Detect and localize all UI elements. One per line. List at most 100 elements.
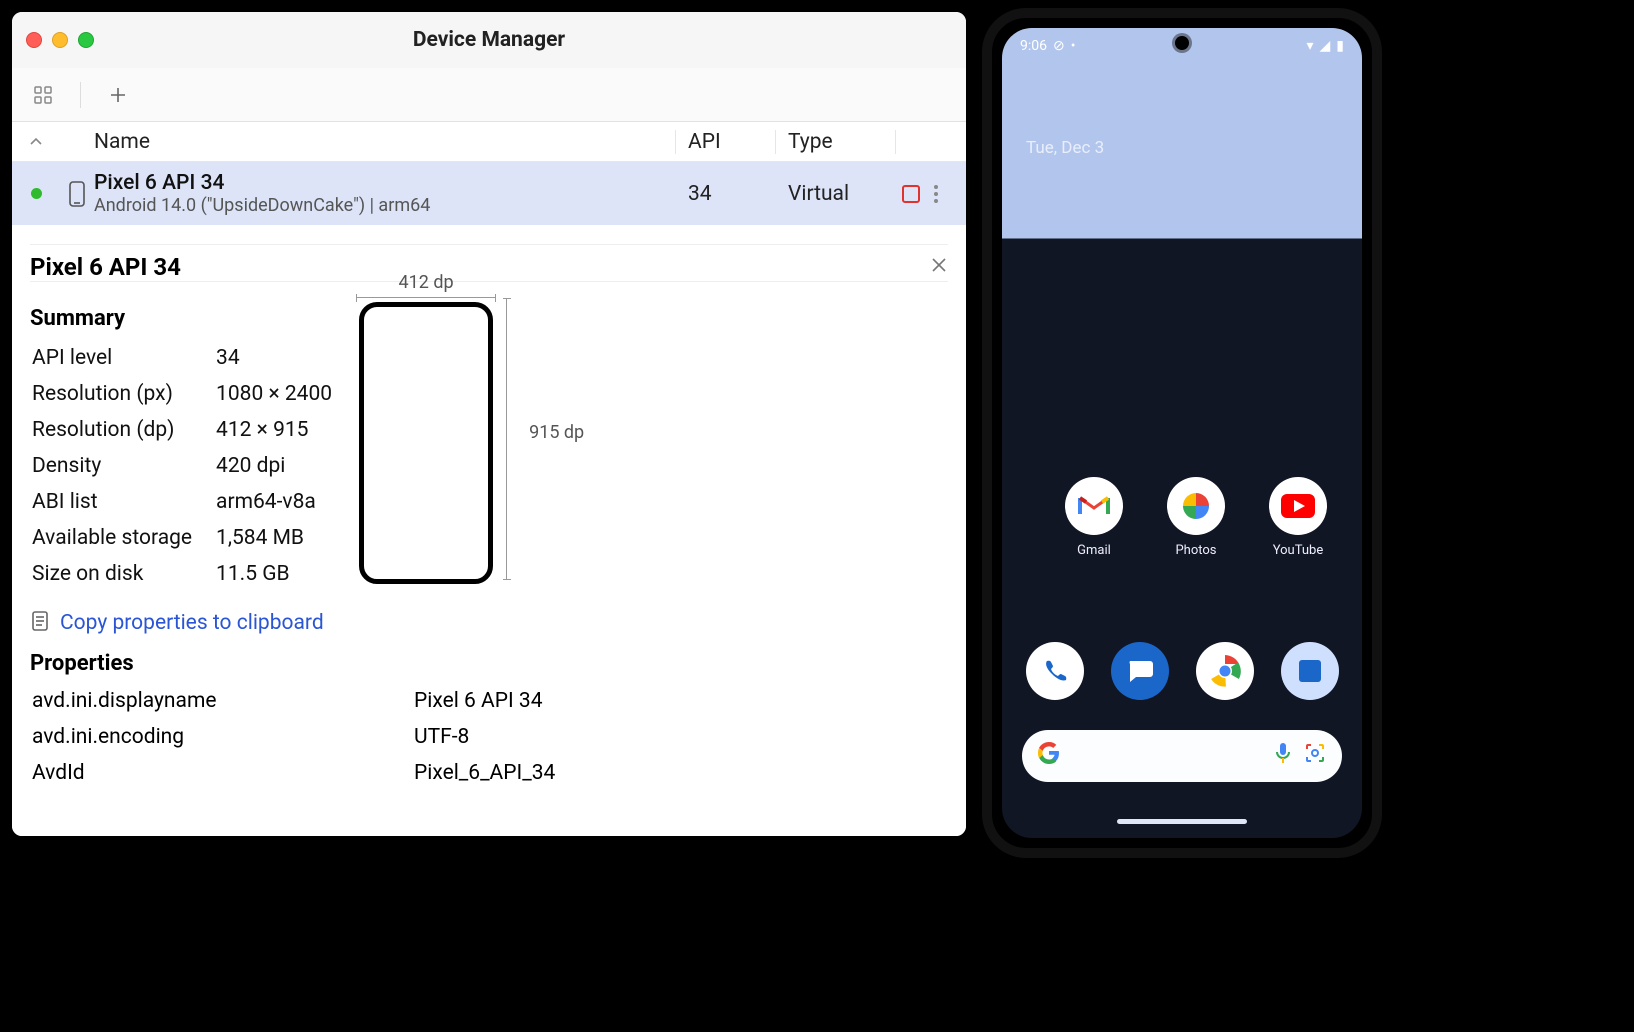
device-api: 34 xyxy=(676,182,776,206)
gmail-icon xyxy=(1065,477,1123,535)
clipboard-icon xyxy=(30,609,50,637)
label-abi: ABI list xyxy=(32,485,214,519)
summary-section: Summary API level34 Resolution (px)1080 … xyxy=(30,281,948,593)
prop-key: avd.ini.displayname xyxy=(32,684,412,718)
value-size: 11.5 GB xyxy=(216,557,332,591)
dnd-icon: ⊘ xyxy=(1053,38,1065,54)
label-size: Size on disk xyxy=(32,557,214,591)
properties-heading: Properties xyxy=(30,651,948,676)
recents-icon xyxy=(1281,642,1339,700)
copy-properties-link[interactable]: Copy properties to clipboard xyxy=(30,609,948,637)
separator xyxy=(80,82,81,108)
app-phone[interactable] xyxy=(1017,642,1093,700)
properties-table: avd.ini.displaynamePixel 6 API 34 avd.in… xyxy=(30,682,948,792)
device-subtitle: Android 14.0 ("UpsideDownCake") | arm64 xyxy=(94,195,676,216)
window-title: Device Manager xyxy=(12,28,966,52)
lens-icon[interactable] xyxy=(1304,742,1326,770)
value-avail: 1,584 MB xyxy=(216,521,332,555)
detail-title: Pixel 6 API 34 xyxy=(30,253,181,281)
column-type[interactable]: Type xyxy=(776,130,896,154)
gesture-nav-bar[interactable] xyxy=(1117,819,1247,824)
close-icon xyxy=(930,256,948,274)
app-photos[interactable]: Photos xyxy=(1158,477,1234,558)
prop-key: AvdId xyxy=(32,756,412,790)
app-label: Gmail xyxy=(1077,543,1111,558)
chrome-icon xyxy=(1196,642,1254,700)
signal-icon: ◢ xyxy=(1320,38,1331,54)
phone-outline-icon xyxy=(359,302,493,584)
prop-row: AvdIdPixel_6_API_34 xyxy=(32,756,946,790)
value-res-dp: 412 × 915 xyxy=(216,413,332,447)
app-row-dock xyxy=(1012,642,1352,700)
add-device-button[interactable] xyxy=(105,82,131,108)
label-res-px: Resolution (px) xyxy=(32,377,214,411)
titlebar: Device Manager xyxy=(12,12,966,68)
layout-toggle-button[interactable] xyxy=(30,82,56,108)
search-bar[interactable] xyxy=(1022,730,1342,782)
device-type: Virtual xyxy=(776,182,896,206)
google-g-icon xyxy=(1038,742,1060,770)
device-status xyxy=(12,188,60,199)
summary-table: API level34 Resolution (px)1080 × 2400 R… xyxy=(30,339,334,593)
prop-val: Pixel 6 API 34 xyxy=(414,684,946,718)
photos-icon xyxy=(1167,477,1225,535)
app-messages[interactable] xyxy=(1102,642,1178,700)
summary-heading: Summary xyxy=(30,306,334,331)
label-avail: Available storage xyxy=(32,521,214,555)
label-api: API level xyxy=(32,341,214,375)
close-detail-button[interactable] xyxy=(930,255,948,280)
value-density: 420 dpi xyxy=(216,449,332,483)
front-camera-icon xyxy=(1175,36,1189,50)
prop-val: UTF-8 xyxy=(414,720,946,754)
plus-icon xyxy=(108,85,128,105)
prop-row: avd.ini.displaynamePixel 6 API 34 xyxy=(32,684,946,718)
device-row[interactable]: Pixel 6 API 34 Android 14.0 ("UpsideDown… xyxy=(12,162,966,226)
emulator-frame: 9:06 ⊘ • ▾ ◢ ▮ Tue, Dec 3 Gmail xyxy=(982,8,1382,858)
column-name[interactable]: Name xyxy=(60,130,676,154)
messages-icon xyxy=(1111,642,1169,700)
app-gmail[interactable]: Gmail xyxy=(1056,477,1132,558)
device-text: Pixel 6 API 34 Android 14.0 ("UpsideDown… xyxy=(94,171,676,216)
prop-val: Pixel_6_API_34 xyxy=(414,756,946,790)
device-outline: 412 dp 915 dp xyxy=(356,272,584,593)
value-api: 34 xyxy=(216,341,332,375)
device-detail-panel: Pixel 6 API 34 Summary API level34 Resol… xyxy=(12,226,966,836)
label-density: Density xyxy=(32,449,214,483)
prop-row: avd.ini.encodingUTF-8 xyxy=(32,720,946,754)
youtube-icon xyxy=(1269,477,1327,535)
device-actions xyxy=(896,185,966,203)
copy-properties-label: Copy properties to clipboard xyxy=(60,611,324,635)
device-name: Pixel 6 API 34 xyxy=(94,171,676,195)
label-res-dp: Resolution (dp) xyxy=(32,413,214,447)
height-dp-label: 915 dp xyxy=(529,422,584,443)
device-type-icon xyxy=(60,181,94,207)
app-row-top: Gmail Photos YouTube xyxy=(1012,477,1352,558)
grid-icon xyxy=(33,85,53,105)
stop-button[interactable] xyxy=(902,185,920,203)
app-chrome[interactable] xyxy=(1187,642,1263,700)
app-label: Photos xyxy=(1175,543,1216,558)
status-running-icon xyxy=(31,188,42,199)
phone-icon xyxy=(67,181,87,207)
width-dp-label: 412 dp xyxy=(399,272,454,293)
emulator-screen[interactable]: 9:06 ⊘ • ▾ ◢ ▮ Tue, Dec 3 Gmail xyxy=(1002,28,1362,838)
status-clock: 9:06 xyxy=(1020,38,1047,54)
table-header: Name API Type xyxy=(12,122,966,162)
app-label: YouTube xyxy=(1273,543,1324,558)
app-youtube[interactable]: YouTube xyxy=(1260,477,1336,558)
more-actions-button[interactable] xyxy=(934,185,938,203)
expand-all-toggle[interactable] xyxy=(12,135,60,149)
wifi-icon: ▾ xyxy=(1306,38,1313,54)
phone-app-icon xyxy=(1026,642,1084,700)
home-date: Tue, Dec 3 xyxy=(1026,138,1104,158)
dot-icon: • xyxy=(1071,38,1076,54)
device-manager-window: Device Manager Name API Type xyxy=(8,8,970,840)
battery-icon: ▮ xyxy=(1336,38,1344,54)
chevron-up-icon xyxy=(29,135,43,149)
column-api[interactable]: API xyxy=(676,130,776,154)
value-res-px: 1080 × 2400 xyxy=(216,377,332,411)
toolbar xyxy=(12,68,966,122)
app-recents[interactable] xyxy=(1272,642,1348,700)
value-abi: arm64-v8a xyxy=(216,485,332,519)
mic-icon[interactable] xyxy=(1274,742,1292,770)
